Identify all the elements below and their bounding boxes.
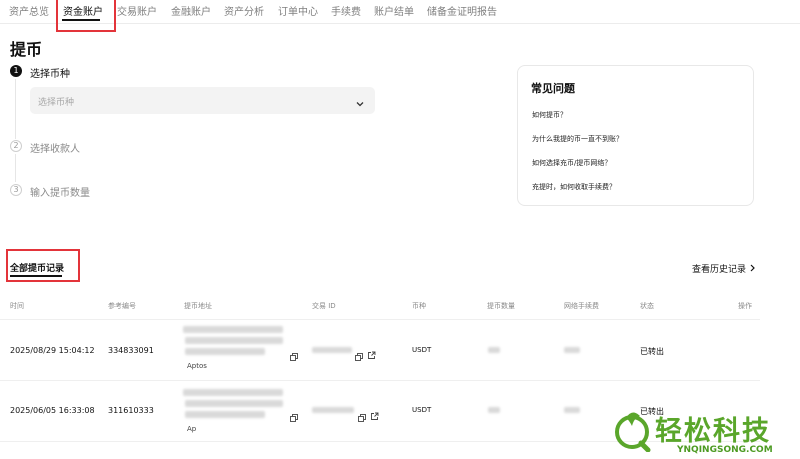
step-3-number: 3 — [10, 184, 22, 196]
top-nav: 资产总览 资金账户 交易账户 金融账户 资产分析 订单中心 手续费 账户结单 储… — [0, 0, 800, 24]
chevron-down-icon — [355, 94, 365, 113]
watermark-domain: YNQINGSONG.COM — [677, 445, 773, 455]
row-coin: USDT — [412, 406, 432, 414]
coin-select-placeholder: 选择币种 — [38, 98, 75, 108]
page-title: 提币 — [10, 40, 43, 59]
redacted-fee — [564, 407, 580, 413]
row-coin: USDT — [412, 346, 432, 354]
step-1-number: 1 — [10, 65, 22, 77]
faq-link-choose-network[interactable]: 如何选择充币/提币网络？ — [532, 158, 611, 168]
tab-fees[interactable]: 手续费 — [331, 3, 361, 18]
highlight-box-tab — [56, 0, 116, 32]
tab-proof-of-reserves[interactable]: 储备金证明报告 — [427, 3, 497, 18]
tab-trading-account[interactable]: 交易账户 — [117, 3, 157, 18]
redacted-txid — [312, 347, 352, 353]
row-ref: 311610333 — [108, 406, 154, 415]
faq-link-how-to-withdraw[interactable]: 如何提币？ — [532, 110, 567, 120]
redacted-address — [183, 389, 283, 396]
copy-icon[interactable] — [358, 407, 366, 426]
copy-icon[interactable] — [290, 346, 298, 365]
row-time: 2025/08/29 15:04:12 — [10, 346, 95, 355]
faq-title: 常见问题 — [531, 82, 575, 95]
step-3-label: 输入提币数量 — [30, 188, 90, 199]
copy-icon[interactable] — [290, 407, 298, 426]
tab-finance-account[interactable]: 金融账户 — [171, 3, 211, 18]
step-2-number: 2 — [10, 140, 22, 152]
redacted-address — [183, 326, 283, 333]
col-header-time: 时间 — [10, 302, 24, 310]
external-link-icon[interactable] — [367, 345, 376, 364]
copy-icon[interactable] — [355, 346, 363, 365]
redacted-address — [185, 337, 283, 344]
row-address-network: Ap — [187, 425, 197, 433]
external-link-icon[interactable] — [370, 406, 379, 425]
col-header-txid: 交易 ID — [312, 302, 336, 310]
redacted-address — [185, 348, 265, 355]
tab-asset-analysis[interactable]: 资产分析 — [224, 3, 264, 18]
view-history-label: 查看历史记录 — [692, 265, 747, 275]
chevron-right-icon — [749, 264, 756, 275]
faq-link-not-received[interactable]: 为什么我提的币一直不到账？ — [532, 134, 623, 144]
watermark-text: 轻松科技 — [655, 416, 771, 447]
col-header-action: 操作 — [738, 302, 752, 310]
col-header-amount: 提币数量 — [487, 302, 515, 310]
faq-link-fees[interactable]: 充提时，如何收取手续费？ — [532, 182, 616, 192]
highlight-box-records — [6, 249, 80, 282]
row-time: 2025/06/05 16:33:08 — [10, 406, 95, 415]
redacted-fee — [564, 347, 580, 353]
header-divider — [0, 319, 760, 320]
step-2-label: 选择收款人 — [30, 144, 80, 155]
tab-order-center[interactable]: 订单中心 — [278, 3, 318, 18]
row-address-network: Aptos — [187, 362, 207, 370]
faq-card: 常见问题 如何提币？ 为什么我提的币一直不到账？ 如何选择充币/提币网络？ 充提… — [517, 65, 754, 206]
watermark-logo-icon — [612, 410, 652, 456]
col-header-ref: 参考编号 — [108, 302, 136, 310]
col-header-address: 提币地址 — [184, 302, 212, 310]
step-connector — [15, 79, 16, 139]
row-ref: 334833091 — [108, 346, 154, 355]
step-1-label: 选择币种 — [30, 69, 70, 80]
tab-statements[interactable]: 账户结单 — [374, 3, 414, 18]
step-connector — [15, 154, 16, 182]
col-header-coin: 币种 — [412, 302, 426, 310]
coin-select[interactable]: 选择币种 — [30, 87, 375, 114]
redacted-address — [185, 400, 283, 407]
redacted-txid — [312, 407, 354, 413]
redacted-amount — [488, 407, 500, 413]
col-header-status: 状态 — [640, 302, 654, 310]
redacted-amount — [488, 347, 500, 353]
row-divider — [0, 380, 760, 381]
tab-asset-overview[interactable]: 资产总览 — [9, 3, 49, 18]
redacted-address — [185, 411, 265, 418]
col-header-network-fee: 网络手续费 — [564, 302, 599, 310]
view-history-link[interactable]: 查看历史记录 — [692, 262, 756, 275]
row-status: 已转出 — [640, 347, 664, 356]
